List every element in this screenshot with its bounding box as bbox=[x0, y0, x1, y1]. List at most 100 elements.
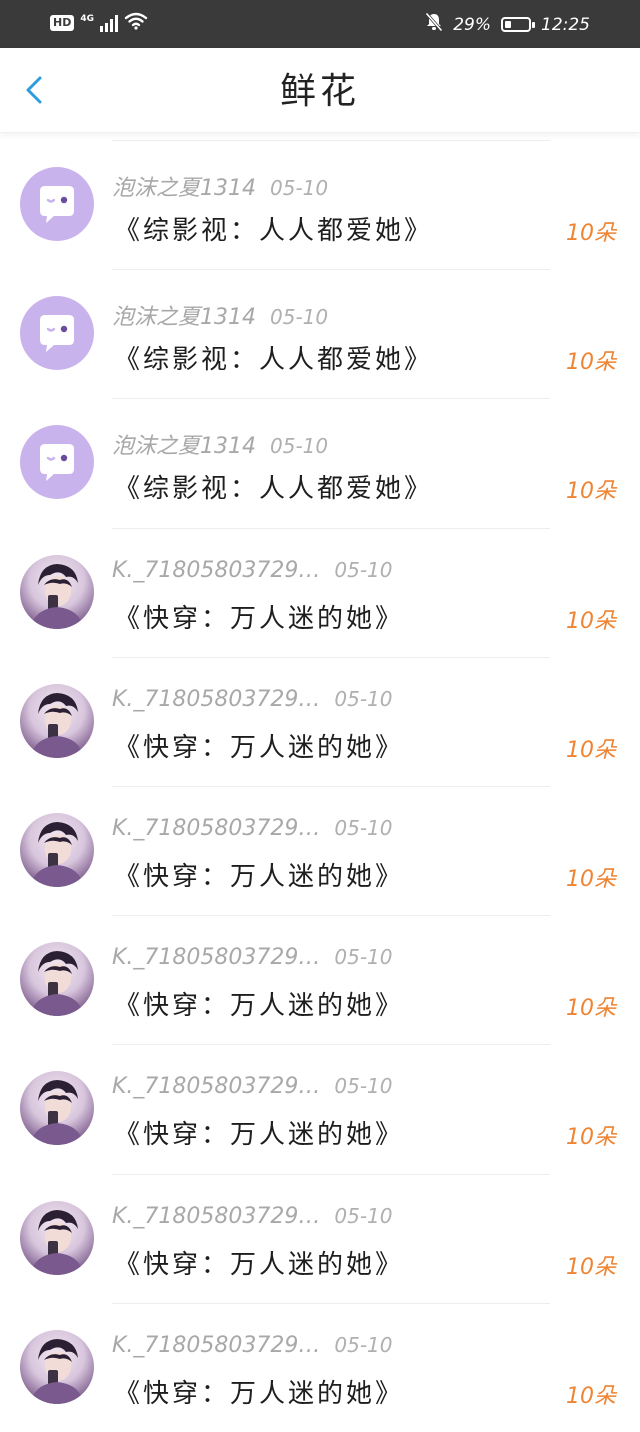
date-label: 05-10 bbox=[334, 557, 393, 582]
user-line: K._71805803729… 05-10 bbox=[112, 687, 393, 712]
username[interactable]: K._71805803729… bbox=[112, 558, 320, 583]
avatar[interactable] bbox=[20, 683, 94, 758]
user-line: K._71805803729… 05-10 bbox=[112, 945, 393, 970]
avatar[interactable] bbox=[20, 812, 94, 887]
battery-icon bbox=[501, 17, 535, 32]
username[interactable]: K._71805803729… bbox=[112, 816, 320, 841]
list-item[interactable]: K._71805803729… 05-10 《快穿：万人迷的她》 10朵 bbox=[0, 656, 640, 786]
username[interactable]: K._71805803729… bbox=[112, 687, 320, 712]
wifi-icon bbox=[124, 12, 148, 34]
book-title[interactable]: 《综影视：人人都爱她》 bbox=[114, 210, 433, 247]
flower-record-list: 泡沫之夏1314 05-10 《综影视：人人都爱她》 10朵 泡沫之夏1314 05… bbox=[0, 140, 640, 1432]
avatar[interactable] bbox=[20, 425, 94, 500]
row-divider bbox=[112, 656, 550, 658]
row-divider bbox=[112, 785, 550, 787]
book-title[interactable]: 《快穿：万人迷的她》 bbox=[114, 727, 404, 764]
chat-bubble-icon bbox=[40, 315, 74, 353]
status-left-group: HD 4G bbox=[50, 12, 148, 34]
book-title[interactable]: 《快穿：万人迷的她》 bbox=[114, 985, 404, 1022]
date-label: 05-10 bbox=[270, 176, 329, 200]
date-label: 05-10 bbox=[334, 815, 393, 840]
date-label: 05-10 bbox=[334, 1203, 393, 1228]
flower-count: 10朵 bbox=[566, 737, 616, 763]
battery-level-fill bbox=[505, 21, 511, 28]
list-item[interactable]: 泡沫之夏1314 05-10 《综影视：人人都爱她》 10朵 bbox=[0, 398, 640, 527]
flower-count: 10朵 bbox=[566, 608, 616, 634]
hd-icon: HD bbox=[50, 15, 75, 31]
row-divider bbox=[112, 1302, 550, 1304]
avatar[interactable] bbox=[20, 1200, 94, 1275]
list-item[interactable]: K._71805803729… 05-10 《快穿：万人迷的她》 10朵 bbox=[0, 527, 640, 657]
row-divider bbox=[112, 269, 550, 271]
list-item[interactable]: 泡沫之夏1314 05-10 《综影视：人人都爱她》 10朵 bbox=[0, 140, 640, 269]
date-label: 05-10 bbox=[334, 1332, 393, 1357]
clock-time: 12:25 bbox=[541, 14, 590, 35]
row-divider bbox=[112, 1173, 550, 1175]
list-item[interactable]: K._71805803729… 05-10 《快穿：万人迷的她》 10朵 bbox=[0, 915, 640, 1044]
user-photo-icon bbox=[30, 1080, 84, 1146]
list-item[interactable]: K._71805803729… 05-10 《快穿：万人迷的她》 10朵 bbox=[0, 1302, 640, 1432]
book-title[interactable]: 《快穿：万人迷的她》 bbox=[114, 856, 404, 893]
avatar[interactable] bbox=[20, 554, 94, 629]
avatar[interactable] bbox=[20, 1071, 94, 1146]
row-divider bbox=[112, 915, 550, 917]
flower-count: 10朵 bbox=[566, 350, 616, 376]
flower-count: 10朵 bbox=[566, 1125, 616, 1151]
status-bar: HD 4G 29% 12:25 bbox=[0, 0, 640, 48]
book-title[interactable]: 《综影视：人人都爱她》 bbox=[114, 468, 433, 505]
date-label: 05-10 bbox=[270, 305, 329, 330]
date-label: 05-10 bbox=[270, 434, 329, 459]
user-line: 泡沫之夏1314 05-10 bbox=[112, 299, 328, 331]
username[interactable]: 泡沫之夏1314 bbox=[112, 176, 256, 201]
book-title[interactable]: 《综影视：人人都爱她》 bbox=[114, 339, 433, 376]
user-photo-icon bbox=[30, 1209, 84, 1275]
user-line: 泡沫之夏1314 05-10 bbox=[112, 428, 328, 460]
user-line: 泡沫之夏1314 05-10 bbox=[112, 170, 328, 202]
book-title[interactable]: 《快穿：万人迷的她》 bbox=[114, 1373, 404, 1410]
date-label: 05-10 bbox=[334, 686, 393, 711]
row-divider bbox=[112, 527, 550, 529]
user-photo-icon bbox=[30, 1338, 84, 1404]
row-divider bbox=[112, 398, 550, 400]
username[interactable]: 泡沫之夏1314 bbox=[112, 434, 256, 459]
avatar[interactable] bbox=[20, 1329, 94, 1404]
username[interactable]: K._71805803729… bbox=[112, 945, 320, 970]
flower-count: 10朵 bbox=[566, 1383, 616, 1409]
bell-mute-icon bbox=[425, 12, 443, 37]
avatar[interactable] bbox=[20, 167, 94, 241]
date-label: 05-10 bbox=[334, 945, 393, 970]
flower-count: 10朵 bbox=[566, 479, 616, 505]
user-line: K._71805803729… 05-10 bbox=[112, 1074, 393, 1099]
user-photo-icon bbox=[30, 951, 84, 1017]
username[interactable]: K._71805803729… bbox=[112, 1333, 320, 1358]
chat-bubble-icon bbox=[40, 186, 74, 223]
user-line: K._71805803729… 05-10 bbox=[112, 1204, 393, 1229]
book-title[interactable]: 《快穿：万人迷的她》 bbox=[114, 1114, 404, 1151]
list-item[interactable]: K._71805803729… 05-10 《快穿：万人迷的她》 10朵 bbox=[0, 1044, 640, 1173]
flower-count: 10朵 bbox=[566, 866, 616, 892]
user-line: K._71805803729… 05-10 bbox=[112, 558, 393, 583]
row-divider bbox=[112, 1044, 550, 1046]
book-title[interactable]: 《快穿：万人迷的她》 bbox=[114, 598, 404, 635]
avatar[interactable] bbox=[20, 942, 94, 1017]
user-photo-icon bbox=[30, 821, 84, 887]
list-item[interactable]: K._71805803729… 05-10 《快穿：万人迷的她》 10朵 bbox=[0, 1173, 640, 1303]
username[interactable]: K._71805803729… bbox=[112, 1204, 320, 1229]
flower-count: 10朵 bbox=[566, 221, 616, 246]
network-type-label: 4G bbox=[80, 13, 94, 24]
list-item[interactable]: K._71805803729… 05-10 《快穿：万人迷的她》 10朵 bbox=[0, 785, 640, 915]
user-photo-icon bbox=[30, 563, 84, 629]
avatar[interactable] bbox=[20, 296, 94, 371]
book-title[interactable]: 《快穿：万人迷的她》 bbox=[114, 1244, 404, 1281]
user-line: K._71805803729… 05-10 bbox=[112, 816, 393, 841]
user-line: K._71805803729… 05-10 bbox=[112, 1333, 393, 1358]
list-item[interactable]: 泡沫之夏1314 05-10 《综影视：人人都爱她》 10朵 bbox=[0, 269, 640, 398]
username[interactable]: 泡沫之夏1314 bbox=[112, 305, 256, 330]
date-label: 05-10 bbox=[334, 1074, 393, 1099]
page-title: 鲜花 bbox=[279, 71, 360, 112]
chat-bubble-icon bbox=[40, 444, 74, 482]
status-right-group: 29% 12:25 bbox=[425, 12, 590, 37]
flower-count: 10朵 bbox=[566, 1254, 616, 1280]
username[interactable]: K._71805803729… bbox=[112, 1074, 320, 1099]
user-photo-icon bbox=[30, 692, 84, 758]
